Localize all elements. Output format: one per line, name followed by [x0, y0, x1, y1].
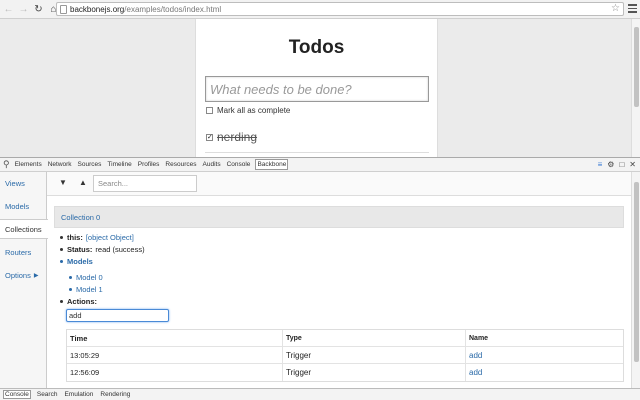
action-filter-input[interactable]: add — [66, 309, 169, 322]
sidebar-item-options[interactable]: Options ▶ — [0, 265, 47, 285]
chevron-down-icon[interactable]: ▼ — [59, 178, 67, 187]
tab-console[interactable]: Console — [226, 160, 252, 169]
reload-icon[interactable]: ↻ — [32, 3, 45, 16]
models-property[interactable]: Models — [60, 257, 96, 266]
chevron-up-icon[interactable]: ▲ — [79, 178, 87, 187]
new-todo-input[interactable]: What needs to be done? — [205, 76, 429, 102]
page-title: Todos — [288, 37, 345, 58]
sidebar-item-collections[interactable]: Collections — [0, 219, 48, 239]
tab-audits[interactable]: Audits — [202, 160, 222, 169]
page-icon — [60, 4, 67, 14]
todo-item[interactable]: ✓ nerding — [206, 130, 257, 144]
page-scrollbar[interactable] — [631, 19, 640, 157]
back-arrow-icon[interactable]: ← — [2, 3, 15, 16]
tab-resources[interactable]: Resources — [164, 160, 197, 169]
this-property: this: [object Object] — [60, 233, 134, 242]
list-item[interactable]: Model 1 — [69, 285, 103, 294]
forward-arrow-icon[interactable]: → — [17, 3, 30, 16]
tab-profiles[interactable]: Profiles — [137, 160, 161, 169]
drawer-tab-console[interactable]: Console — [3, 390, 31, 399]
url-text: backbonejs.org/examples/todos/index.html — [70, 4, 222, 14]
sidebar-item-routers[interactable]: Routers — [0, 242, 47, 262]
actions-property: Actions: — [60, 297, 100, 306]
console-drawer-icon[interactable]: ≡ — [598, 160, 603, 169]
todo-checkbox[interactable]: ✓ — [206, 133, 213, 141]
collection-header[interactable]: Collection 0 — [54, 206, 624, 228]
sidebar-item-views[interactable]: Views — [0, 173, 47, 193]
tab-elements[interactable]: Elements — [14, 160, 43, 169]
mark-all-checkbox[interactable] — [206, 107, 213, 114]
this-value-link[interactable]: [object Object] — [86, 233, 134, 242]
drawer-tab-search[interactable]: Search — [36, 391, 59, 398]
drawer-tab-emulation[interactable]: Emulation — [63, 391, 94, 398]
menu-icon[interactable] — [628, 4, 637, 13]
search-input[interactable]: Search... — [93, 175, 197, 192]
sidebar-item-models[interactable]: Models — [0, 196, 47, 216]
devtools-controls: ≡ ⚙ □ ✕ — [598, 160, 636, 169]
page-viewport: Todos What needs to be done? Mark all as… — [0, 19, 631, 157]
mark-all-toggle[interactable]: Mark all as complete — [206, 106, 290, 115]
browser-toolbar: ← → ↻ ⌂ backbonejs.org/examples/todos/in… — [0, 0, 640, 19]
drawer-tab-rendering[interactable]: Rendering — [99, 391, 131, 398]
table-row[interactable]: 13:05:29 Trigger add — [67, 347, 623, 364]
table-header-row: Time Type Name — [67, 330, 623, 347]
backbone-sidebar: Views Models Collections Routers Options… — [0, 172, 48, 388]
table-row[interactable]: 12:56:09 Trigger add — [67, 364, 623, 381]
devtools-tab-bar: ⚲ Elements Network Sources Timeline Prof… — [0, 157, 640, 172]
collections-panel: ▼ ▲ Search... Collection 0 this: [object … — [47, 172, 631, 388]
tab-timeline[interactable]: Timeline — [106, 160, 132, 169]
caret-right-icon: ▶ — [33, 272, 39, 279]
list-item[interactable]: Model 0 — [69, 273, 103, 282]
close-icon[interactable]: ✕ — [629, 160, 636, 169]
divider — [205, 152, 429, 153]
panel-toolbar: ▼ ▲ Search... — [47, 172, 631, 196]
mark-all-label: Mark all as complete — [217, 106, 291, 115]
status-property: Status: read (success) — [60, 245, 145, 254]
dock-icon[interactable]: □ — [619, 160, 624, 169]
devtools-panel: Views Models Collections Routers Options… — [0, 172, 640, 388]
address-bar[interactable]: backbonejs.org/examples/todos/index.html… — [56, 2, 624, 16]
todo-text: nerding — [217, 130, 258, 144]
gear-icon[interactable]: ⚙ — [607, 160, 614, 169]
actions-table: Time Type Name 13:05:29 Trigger add 12:5… — [66, 329, 624, 382]
tab-sources[interactable]: Sources — [77, 160, 103, 169]
devtools-scrollbar[interactable] — [631, 172, 640, 388]
tab-network[interactable]: Network — [47, 160, 73, 169]
inspect-search-icon[interactable]: ⚲ — [3, 159, 10, 170]
bookmark-star-icon[interactable]: ☆ — [611, 3, 620, 14]
drawer-tab-bar: Console Search Emulation Rendering — [0, 388, 640, 400]
todo-app: Todos What needs to be done? Mark all as… — [195, 19, 438, 157]
tab-backbone[interactable]: Backbone — [255, 159, 289, 170]
